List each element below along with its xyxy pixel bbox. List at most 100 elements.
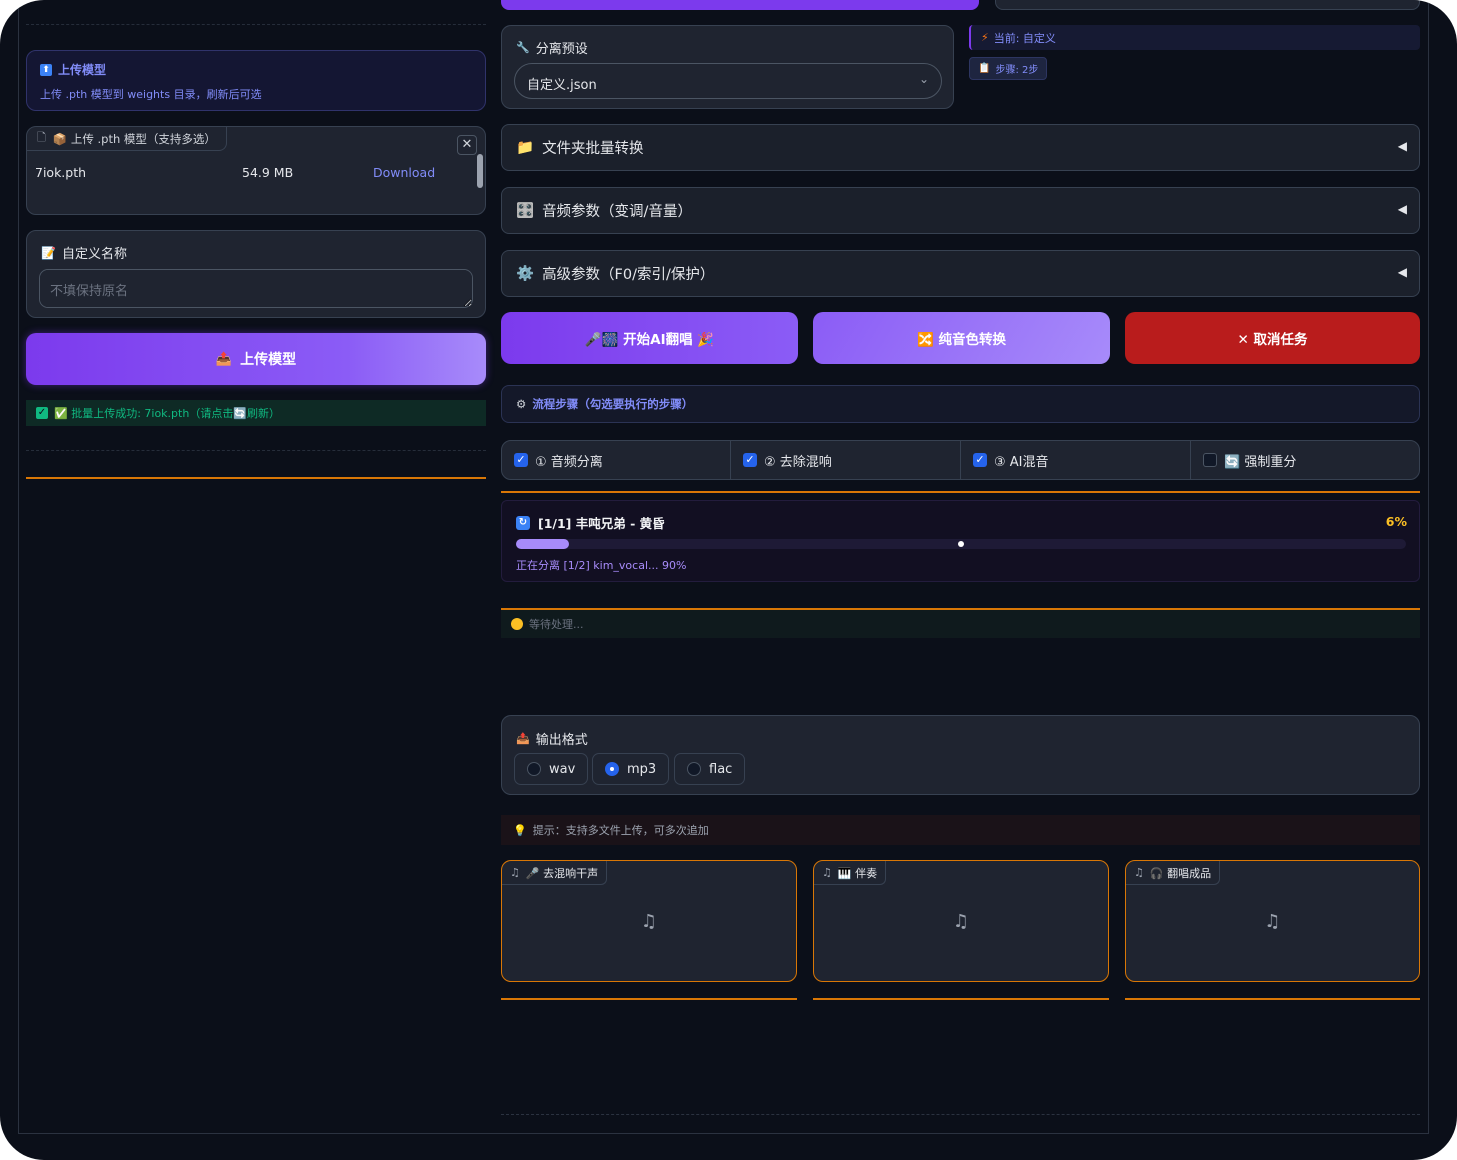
upload-model-info: ⬆ 上传模型 上传 .pth 模型到 weights 目录，刷新后可选 (26, 50, 486, 111)
accordion-audio-params[interactable]: 🎛️ 音频参数（变调/音量） ◀ (501, 187, 1420, 234)
refresh-icon: ↻ (516, 515, 530, 530)
current-preset-text: 当前: 自定义 (993, 31, 1056, 45)
accordion-batch-convert[interactable]: 📁 文件夹批量转换 ◀ (501, 124, 1420, 171)
audio-dry-vocal[interactable]: ♫ 🎤 去混响干声 ♫ (501, 860, 797, 982)
radio-label: flac (709, 761, 733, 777)
output-icon: 📤 (516, 732, 530, 745)
start-ai-cover-button[interactable]: 🎤🎆 开始AI翻唱 🎉 (501, 312, 798, 364)
custom-name-input[interactable] (39, 269, 473, 308)
check-icon: ✓ (36, 407, 48, 419)
radio-label: mp3 (627, 761, 657, 777)
steps-count-badge: 📋 步骤: 2步 (969, 57, 1048, 80)
radio-button-selected[interactable] (605, 762, 619, 776)
checkbox-checked[interactable]: ✓ (514, 453, 528, 467)
task-progress-panel: ↻ [1/1] 丰吨兄弟 - 黄昏 6% 正在分离 [1/2] kim_voca… (501, 500, 1420, 582)
radio-wav[interactable]: wav (514, 753, 589, 785)
checkbox-checked[interactable]: ✓ (743, 453, 757, 467)
file-upload-box[interactable]: 🗋 📦 上传 .pth 模型（支持多选） ✕ 7iok.pth 54.9 MB … (26, 126, 486, 215)
accordion-label: 文件夹批量转换 (542, 141, 644, 157)
progress-percent: 6% (1385, 514, 1407, 529)
radio-button[interactable] (687, 762, 701, 776)
triangle-left-icon: ◀ (1397, 202, 1407, 216)
audio-label: 🎧 翻唱成品 (1149, 866, 1212, 880)
radio-mp3[interactable]: mp3 (592, 753, 670, 785)
separation-preset-box: 🔧 分离预设 自定义.json ⌄ (501, 25, 954, 109)
audio-tab: ♫ 🎹 伴奏 (814, 861, 887, 885)
step-ai-mix[interactable]: ✓ ③ AI混音 (961, 441, 1191, 479)
upload-arrow-icon: ⬆ (40, 63, 52, 76)
checkbox-checked[interactable]: ✓ (973, 453, 987, 467)
audio-tab: ♫ 🎧 翻唱成品 (1126, 861, 1221, 885)
music-note-icon: ♫ (952, 911, 970, 932)
radio-flac[interactable]: flac (674, 753, 746, 785)
gear-icon: ⚙ (516, 397, 527, 411)
orange-divider (501, 491, 1420, 493)
file-upload-label: 📦 上传 .pth 模型（支持多选） (52, 131, 216, 146)
orange-divider (1125, 998, 1420, 1000)
yellow-circle-icon (511, 618, 523, 630)
custom-name-label: 自定义名称 (61, 247, 127, 262)
preset-label-row: 🔧 分离预设 (516, 38, 588, 57)
top-field-partial[interactable] (995, 0, 1420, 10)
step-label: ③ AI混音 (994, 454, 1049, 470)
accordion-advanced-params[interactable]: ⚙️ 高级参数（F0/索引/保护） ◀ (501, 250, 1420, 297)
step-label: ① 音频分离 (535, 454, 603, 470)
audio-tab: ♫ 🎤 去混响干声 (502, 861, 608, 885)
lightning-icon: ⚡ (981, 31, 989, 44)
output-format-label-row: 📤 输出格式 (516, 729, 588, 748)
custom-name-box: 📝 自定义名称 (26, 230, 486, 318)
progress-track (516, 539, 1406, 549)
control-knobs-icon: 🎛️ (516, 203, 535, 219)
divider (501, 1114, 1420, 1115)
progress-title-row: ↻ [1/1] 丰吨兄弟 - 黄昏 (516, 513, 665, 532)
folder-icon: 📁 (516, 140, 535, 156)
progress-fill (516, 539, 570, 549)
file-name: 7iok.pth (35, 165, 87, 180)
orange-divider (813, 998, 1109, 1000)
music-note-icon: ♫ (510, 866, 520, 879)
waiting-status: 等待处理... (501, 610, 1420, 638)
tip-message: 💡 提示：支持多文件上传，可多次追加 (501, 815, 1420, 845)
gear-icon: ⚙️ (516, 266, 535, 282)
progress-title: [1/1] 丰吨兄弟 - 黄昏 (538, 516, 665, 531)
file-upload-tab: 🗋 📦 上传 .pth 模型（支持多选） (27, 127, 227, 151)
custom-name-label-row: 📝 自定义名称 (41, 243, 127, 263)
output-format-label: 输出格式 (535, 733, 588, 748)
upload-button-label: 上传模型 (240, 352, 297, 368)
orange-divider (501, 998, 797, 1000)
top-button-partial[interactable] (501, 0, 979, 10)
triangle-left-icon: ◀ (1397, 265, 1407, 279)
file-size: 54.9 MB (242, 165, 294, 180)
audio-label: 🎤 去混响干声 (525, 866, 599, 880)
waiting-text: 等待处理... (529, 618, 584, 631)
music-note-icon: ♫ (1134, 866, 1144, 879)
upload-info-desc: 上传 .pth 模型到 weights 目录，刷新后可选 (40, 88, 262, 101)
step-force-resplit[interactable]: 🔄 强制重分 (1191, 441, 1419, 479)
step-separate[interactable]: ✓ ① 音频分离 (502, 441, 731, 479)
preset-label: 分离预设 (535, 42, 588, 57)
scrollbar[interactable] (477, 154, 483, 188)
current-preset-badge: ⚡ 当前: 自定义 (969, 25, 1420, 50)
music-note-icon: ♫ (640, 911, 658, 932)
preset-value: 自定义.json (527, 78, 597, 93)
progress-dot (958, 541, 964, 547)
file-row: 7iok.pth 54.9 MB Download (35, 165, 435, 180)
pure-timbre-convert-button[interactable]: 🔀 纯音色转换 (813, 312, 1110, 364)
checkbox-unchecked[interactable] (1203, 453, 1217, 467)
audio-label: 🎹 伴奏 (837, 866, 878, 880)
audio-final-cover[interactable]: ♫ 🎧 翻唱成品 ♫ (1125, 860, 1420, 982)
download-link[interactable]: Download (373, 165, 435, 180)
flow-steps-header: ⚙ 流程步骤（勾选要执行的步骤） (501, 385, 1420, 423)
audio-accompaniment[interactable]: ♫ 🎹 伴奏 ♫ (813, 860, 1109, 982)
preset-dropdown[interactable]: 自定义.json ⌄ (514, 63, 942, 99)
close-icon[interactable]: ✕ (457, 135, 477, 155)
upload-info-title: 上传模型 (58, 63, 107, 77)
cancel-task-button[interactable]: ✕ 取消任务 (1125, 312, 1420, 364)
flow-steps-label: 流程步骤（勾选要执行的步骤） (532, 397, 694, 411)
upload-model-button[interactable]: 📤 上传模型 (26, 333, 486, 385)
wrench-icon: 🔧 (516, 41, 530, 54)
file-icon: 🗋 (37, 131, 46, 144)
step-dereverb[interactable]: ✓ ② 去除混响 (731, 441, 961, 479)
radio-button[interactable] (527, 762, 541, 776)
radio-label: wav (549, 761, 576, 777)
